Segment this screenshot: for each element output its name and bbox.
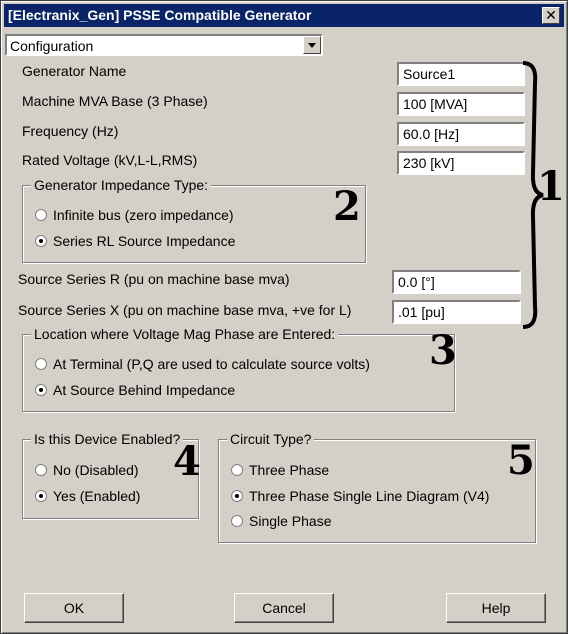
circuit-type-group: Circuit Type? Three Phase Three Phase Si… (218, 430, 536, 543)
radio-single-phase[interactable]: Single Phase (231, 512, 332, 530)
dialog-window: [Electranix_Gen] PSSE Compatible Generat… (0, 0, 568, 634)
radio-three-phase-label: Three Phase (249, 462, 330, 478)
series-x-input[interactable]: .01 [pu] (392, 300, 521, 324)
chevron-down-icon[interactable] (303, 36, 321, 54)
config-select-value: Configuration (10, 38, 94, 54)
ok-button[interactable]: OK (24, 593, 124, 623)
radio-at-terminal[interactable]: At Terminal (P,Q are used to calculate s… (35, 355, 370, 373)
annotation-2: 2 (333, 183, 361, 230)
impedance-type-group: Generator Impedance Type: Infinite bus (… (22, 176, 366, 263)
title-bar[interactable]: [Electranix_Gen] PSSE Compatible Generat… (4, 4, 564, 27)
radio-at-terminal-label: At Terminal (P,Q are used to calculate s… (53, 356, 370, 372)
frequency-input[interactable]: 60.0 [Hz] (397, 122, 525, 146)
radio-three-phase-sld[interactable]: Three Phase Single Line Diagram (V4) (231, 487, 489, 505)
radio-disabled-circle[interactable] (35, 464, 47, 477)
annotation-5: 5 (507, 437, 535, 484)
radio-disabled-label: No (Disabled) (53, 462, 139, 478)
help-button[interactable]: Help (446, 593, 546, 623)
radio-disabled[interactable]: No (Disabled) (35, 461, 139, 479)
impedance-type-title: Generator Impedance Type: (31, 176, 212, 194)
device-enabled-title: Is this Device Enabled? (31, 430, 184, 448)
series-x-label: Source Series X (pu on machine base mva,… (18, 302, 352, 318)
location-title: Location where Voltage Mag Phase are Ent… (31, 325, 339, 343)
annotation-3: 3 (429, 327, 457, 374)
location-group: Location where Voltage Mag Phase are Ent… (22, 325, 455, 412)
series-r-label: Source Series R (pu on machine base mva) (18, 271, 290, 287)
annotation-1: 1 (537, 163, 565, 210)
radio-behind-impedance[interactable]: At Source Behind Impedance (35, 381, 235, 399)
frequency-label: Frequency (Hz) (22, 123, 119, 139)
close-button[interactable]: ✕ (542, 7, 560, 24)
radio-infinite-bus-circle[interactable] (35, 209, 47, 222)
close-icon: ✕ (545, 7, 557, 23)
series-r-input[interactable]: 0.0 [°] (392, 270, 521, 294)
rated-voltage-label: Rated Voltage (kV,L-L,RMS) (22, 152, 198, 168)
radio-infinite-bus[interactable]: Infinite bus (zero impedance) (35, 206, 234, 224)
radio-at-terminal-circle[interactable] (35, 358, 47, 371)
radio-three-phase-sld-circle[interactable] (231, 490, 243, 503)
mva-base-input[interactable]: 100 [MVA] (397, 92, 525, 116)
radio-three-phase-circle[interactable] (231, 464, 243, 477)
radio-behind-impedance-label: At Source Behind Impedance (53, 382, 236, 398)
radio-three-phase-sld-label: Three Phase Single Line Diagram (V4) (249, 488, 490, 504)
mva-base-label: Machine MVA Base (3 Phase) (22, 93, 208, 109)
radio-series-rl-label: Series RL Source Impedance (53, 233, 236, 249)
circuit-type-title: Circuit Type? (227, 430, 315, 448)
radio-three-phase[interactable]: Three Phase (231, 461, 329, 479)
rated-voltage-input[interactable]: 230 [kV] (397, 151, 525, 175)
radio-enabled-label: Yes (Enabled) (53, 488, 141, 504)
radio-series-rl-circle[interactable] (35, 235, 47, 248)
annotation-4: 4 (173, 438, 201, 485)
radio-series-rl[interactable]: Series RL Source Impedance (35, 232, 235, 250)
radio-enabled-circle[interactable] (35, 490, 47, 503)
radio-single-phase-label: Single Phase (249, 513, 332, 529)
generator-name-label: Generator Name (22, 63, 127, 79)
radio-behind-impedance-circle[interactable] (35, 384, 47, 397)
window-title: [Electranix_Gen] PSSE Compatible Generat… (8, 7, 312, 23)
cancel-button[interactable]: Cancel (234, 593, 334, 623)
radio-single-phase-circle[interactable] (231, 515, 243, 528)
radio-enabled[interactable]: Yes (Enabled) (35, 487, 140, 505)
generator-name-input[interactable]: Source1 (397, 62, 525, 86)
radio-infinite-bus-label: Infinite bus (zero impedance) (53, 207, 234, 223)
config-select[interactable]: Configuration (5, 34, 323, 56)
